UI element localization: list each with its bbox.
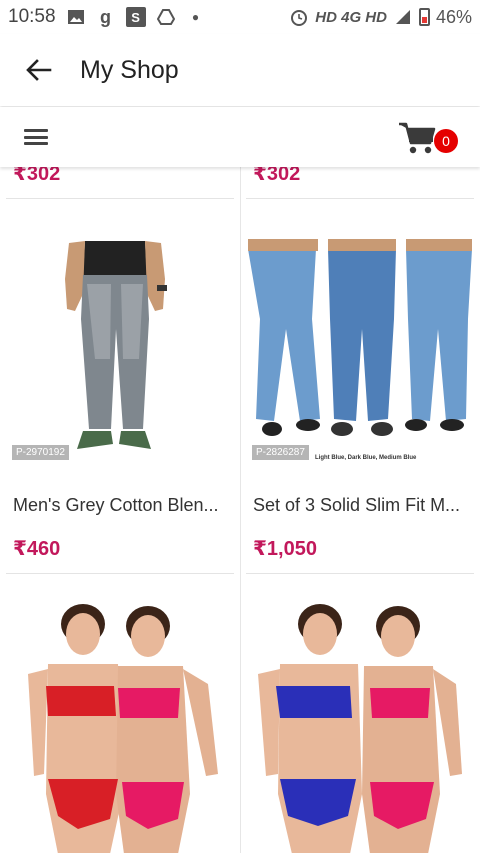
menu-button[interactable] [24, 127, 48, 147]
toolbar: 0 [0, 107, 480, 167]
gallery-icon [66, 7, 86, 27]
product-id-tag: P-2826287 [252, 445, 309, 460]
notification-dot-icon: ● [191, 10, 200, 24]
status-time: 10:58 [8, 6, 56, 27]
product-card[interactable] [0, 574, 240, 853]
product-image-caption: Light Blue, Dark Blue, Medium Blue [315, 455, 417, 461]
hamburger-line [24, 129, 48, 132]
product-card[interactable]: P-2970192 Men's Grey Cotton Blen... ₹460 [0, 199, 240, 574]
hamburger-line [24, 142, 48, 145]
battery-percent: 46% [435, 6, 472, 27]
product-grid[interactable]: ₹302 ₹302 P-2970192 Men's Grey Cotton Bl… [0, 167, 480, 853]
arrow-left-icon [26, 59, 52, 81]
product-price: ₹460 [13, 538, 61, 560]
product-image [18, 604, 223, 853]
hamburger-line [24, 135, 48, 139]
signal-icon [393, 7, 413, 27]
network-type-text: HD 4G HD [315, 8, 387, 26]
cart-icon [399, 122, 436, 154]
sk-app-icon: S [125, 7, 146, 27]
product-image [246, 239, 474, 444]
product-price: ₹302 [13, 167, 61, 185]
page-title: My Shop [80, 55, 179, 84]
product-card[interactable]: P-2826287 Light Blue, Dark Blue, Medium … [240, 199, 480, 574]
product-name: Set of 3 Solid Slim Fit M... [253, 495, 461, 515]
product-price: ₹302 [253, 167, 301, 185]
app-bar: My Shop [0, 34, 480, 106]
product-card[interactable] [240, 574, 480, 853]
product-id-tag: P-2970192 [12, 445, 69, 460]
g-app-icon: g [100, 6, 112, 27]
alarm-icon [289, 7, 309, 27]
product-image [258, 604, 463, 853]
cart-button[interactable]: 0 [398, 119, 458, 163]
product-price: ₹1,050 [253, 538, 317, 560]
back-button[interactable] [20, 51, 58, 89]
drive-icon [156, 7, 176, 27]
product-name: Men's Grey Cotton Blen... [13, 495, 219, 515]
status-bar: 10:58 g S ● HD 4G HD 46% [0, 0, 480, 34]
cart-count-badge: 0 [434, 129, 458, 153]
product-image [55, 239, 175, 464]
battery-icon [418, 8, 430, 26]
